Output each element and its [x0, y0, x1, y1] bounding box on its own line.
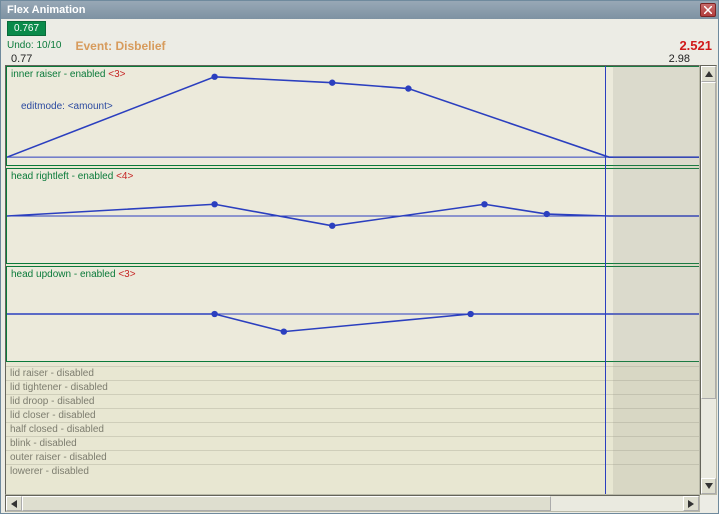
track-head_rightleft[interactable]: head rightleft - enabled <4> [6, 168, 699, 264]
close-button[interactable] [700, 3, 716, 17]
chevron-right-icon [688, 500, 694, 508]
current-value-tag: 0.767 [7, 21, 46, 36]
disabled-track-item[interactable]: lowerer - disabled [6, 464, 699, 478]
track-curve[interactable] [7, 267, 699, 361]
disabled-track-item[interactable]: lid raiser - disabled [6, 366, 699, 380]
keyframe-handle[interactable] [211, 74, 218, 80]
vertical-scrollbar[interactable] [700, 65, 717, 495]
disabled-track-item[interactable]: blink - disabled [6, 436, 699, 450]
axis-end: 2.98 [669, 53, 690, 65]
chevron-up-icon [705, 71, 713, 77]
disabled-track-item[interactable]: lid closer - disabled [6, 408, 699, 422]
chevron-left-icon [11, 500, 17, 508]
track-count: <3> [108, 69, 125, 80]
keyframe-handle[interactable] [211, 311, 218, 317]
scroll-left-button[interactable] [6, 496, 22, 511]
time-axis-labels: 0.77 2.98 [1, 53, 718, 65]
undo-label[interactable]: Undo: 10/10 [7, 40, 62, 51]
axis-start: 0.77 [11, 53, 32, 65]
keyframe-handle[interactable] [329, 80, 336, 86]
vscroll-thumb[interactable] [701, 82, 716, 399]
track-header[interactable]: head rightleft - enabled <4> [11, 171, 133, 182]
scroll-down-button[interactable] [701, 478, 716, 494]
keyframe-handle[interactable] [481, 201, 488, 207]
editmode-label[interactable]: editmode: <amount> [21, 101, 113, 112]
keyframe-handle[interactable] [211, 201, 218, 207]
chevron-down-icon [705, 483, 713, 489]
disabled-track-item[interactable]: lid droop - disabled [6, 394, 699, 408]
track-curve[interactable] [7, 67, 699, 165]
track-label: inner raiser - enabled [11, 69, 108, 80]
track-inner_raiser[interactable]: inner raiser - enabled <3> editmode: <amo… [6, 66, 699, 166]
disabled-tracks-list: lid raiser - disabledlid tightener - dis… [6, 366, 699, 478]
keyframe-handle[interactable] [405, 85, 412, 91]
work-area: inner raiser - enabled <3> editmode: <amo… [1, 65, 718, 495]
scroll-right-button[interactable] [683, 496, 699, 511]
close-icon [704, 6, 712, 14]
vscroll-track[interactable] [701, 82, 716, 478]
hscroll-track[interactable] [22, 496, 683, 511]
event-label: Event: Disbelief [76, 39, 166, 53]
horizontal-scrollbar[interactable] [5, 495, 700, 512]
disabled-track-item[interactable]: outer raiser - disabled [6, 450, 699, 464]
track-head_updown[interactable]: head updown - enabled <3> [6, 266, 699, 362]
track-curve[interactable] [7, 169, 699, 263]
track-header[interactable]: inner raiser - enabled <3> [11, 69, 126, 80]
keyframe-handle[interactable] [467, 311, 474, 317]
titlebar[interactable]: Flex Animation [1, 1, 718, 19]
track-label: head rightleft - enabled [11, 171, 116, 182]
flex-animation-window: Flex Animation 0.767 Undo: 10/10 Event: … [0, 0, 719, 514]
keyframe-handle[interactable] [281, 328, 288, 334]
keyframe-handle[interactable] [544, 211, 551, 217]
post-range-column [613, 66, 699, 494]
disabled-track-item[interactable]: half closed - disabled [6, 422, 699, 436]
toolbar: 0.767 Undo: 10/10 Event: Disbelief 2.521 [1, 19, 718, 53]
track-count: <4> [116, 171, 133, 182]
tracks-canvas[interactable]: inner raiser - enabled <3> editmode: <amo… [5, 65, 700, 495]
window-title: Flex Animation [7, 4, 700, 16]
scroll-up-button[interactable] [701, 66, 716, 82]
disabled-track-item[interactable]: lid tightener - disabled [6, 380, 699, 394]
hscroll-thumb[interactable] [22, 496, 551, 511]
track-label: head updown - enabled [11, 269, 118, 280]
track-header[interactable]: head updown - enabled <3> [11, 269, 136, 280]
playhead-time: 2.521 [679, 38, 712, 53]
keyframe-handle[interactable] [329, 223, 336, 229]
playhead-line[interactable] [605, 66, 606, 494]
track-count: <3> [118, 269, 135, 280]
